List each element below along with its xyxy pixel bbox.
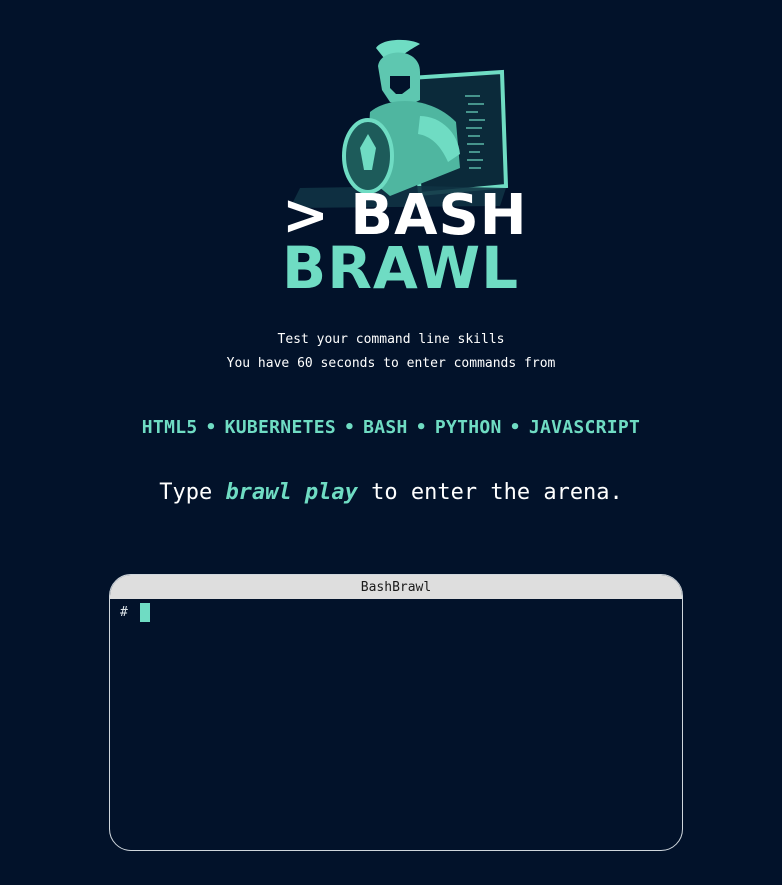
instruction-command: brawl play [225,480,358,505]
category-html5: HTML5 [141,417,198,438]
terminal-title: BashBrawl [360,580,432,595]
tagline-skills: Test your command line skills [277,332,505,347]
separator-dot: • [344,417,356,438]
category-javascript: JAVASCRIPT [528,417,641,438]
category-python: PYTHON [434,417,502,438]
warrior-icon [342,39,460,196]
logo-title-brawl: BRAWL [282,234,520,302]
category-list: HTML5 • KUBERNETES • BASH • PYTHON • JAVASCRIPT [0,417,782,438]
separator-dot: • [415,417,427,438]
terminal-prompt: # [120,605,128,620]
bash-brawl-logo: > BASH BRAWL [270,36,527,302]
tagline-time-limit: You have 60 seconds to enter commands fr… [226,356,556,371]
terminal-title-bar: BashBrawl [110,575,682,599]
instruction-prefix: Type [159,480,226,505]
terminal-input-line[interactable]: # [110,599,682,626]
terminal-window[interactable]: BashBrawl # [109,574,683,851]
instruction-suffix: to enter the arena. [357,480,623,505]
terminal-cursor [139,603,150,622]
separator-dot: • [205,417,217,438]
instruction-line: Type brawl play to enter the arena. [0,480,782,505]
category-kubernetes: KUBERNETES [224,417,336,438]
separator-dot: • [509,417,521,438]
category-bash: BASH [363,417,408,438]
